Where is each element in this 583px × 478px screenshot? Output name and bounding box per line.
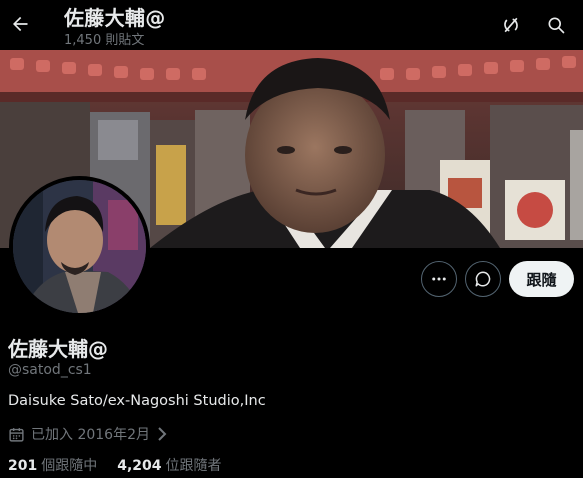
bio: Daisuke Sato/ex-Nagoshi Studio,Inc — [8, 393, 266, 409]
grok-icon — [504, 17, 518, 33]
search-button[interactable] — [539, 8, 573, 42]
followers-count: 4,204 — [117, 458, 162, 474]
profile-page: 佐藤大輔@ 1,450 則貼文 跟隨 佐藤大輔@ @satod_cs1 Dais… — [0, 0, 583, 478]
followers-label: 位跟隨者 — [165, 458, 222, 474]
post-count: 1,450 則貼文 — [64, 33, 145, 48]
chevron-right-icon — [158, 427, 167, 441]
calendar-icon — [9, 427, 24, 442]
following-count: 201 — [8, 458, 38, 474]
followers-link[interactable]: 4,204 位跟隨者 — [117, 455, 221, 475]
grok-button[interactable] — [494, 8, 528, 42]
display-name: 佐藤大輔@ — [8, 337, 108, 361]
more-icon — [432, 277, 446, 281]
following-link[interactable]: 201 個跟隨中 — [8, 455, 97, 475]
follow-button[interactable]: 跟隨 — [509, 261, 574, 297]
search-icon — [548, 17, 565, 34]
following-label: 個跟隨中 — [41, 458, 98, 474]
avatar[interactable] — [9, 176, 150, 317]
message-icon — [475, 271, 491, 287]
joined-text: 已加入 2016年2月 — [31, 427, 150, 443]
back-button[interactable] — [3, 7, 37, 41]
more-button[interactable] — [421, 261, 457, 297]
joined-date[interactable]: 已加入 2016年2月 — [8, 425, 168, 443]
message-button[interactable] — [465, 261, 501, 297]
header-title: 佐藤大輔@ — [64, 6, 166, 30]
top-header: 佐藤大輔@ 1,450 則貼文 — [0, 0, 583, 50]
handle: @satod_cs1 — [8, 362, 92, 378]
arrow-left-icon — [13, 16, 28, 32]
follow-stats: 201 個跟隨中 4,204 位跟隨者 — [8, 455, 222, 475]
avatar-image — [13, 180, 146, 313]
